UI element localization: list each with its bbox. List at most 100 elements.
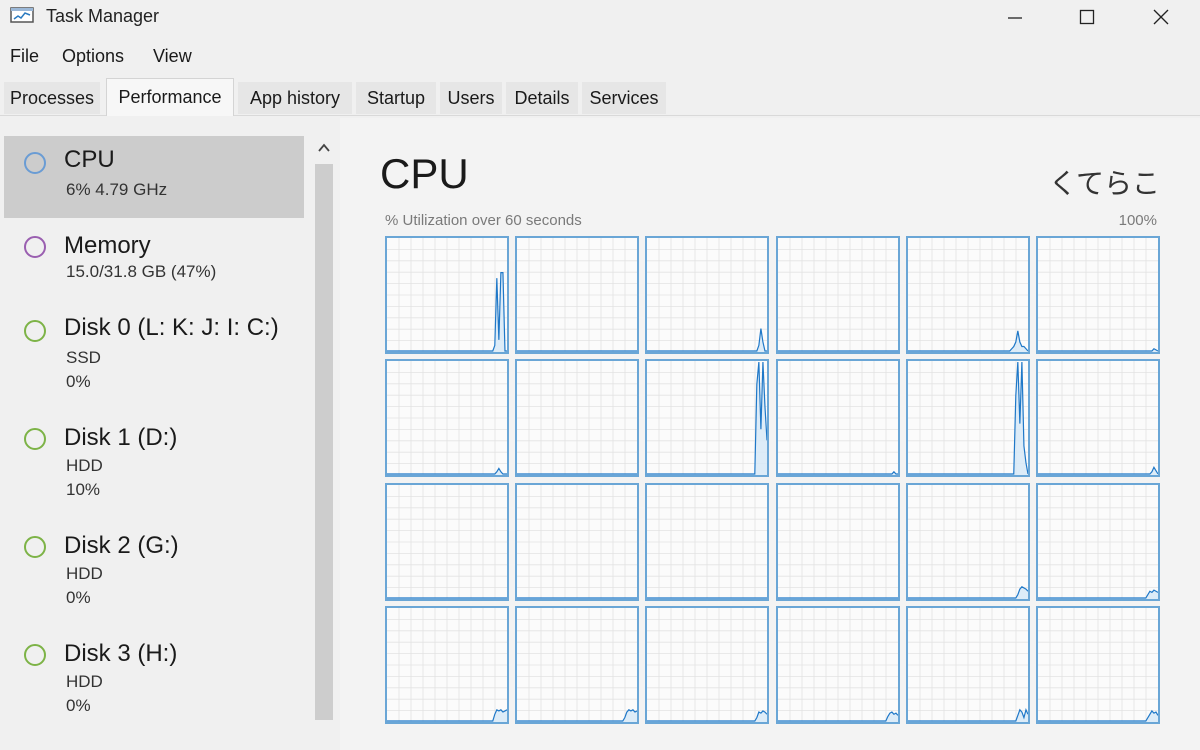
- cpu-core-graph-plot: [907, 484, 1028, 599]
- cpu-core-graph-plot: [517, 607, 638, 722]
- tab-services[interactable]: Services: [582, 82, 666, 114]
- tab-processes[interactable]: Processes: [4, 82, 100, 114]
- sidebar-item-type: HDD: [66, 456, 103, 475]
- chevron-up-icon: [318, 140, 330, 158]
- cpu-core-graph: [775, 236, 900, 354]
- sidebar-item-title: Disk 1 (D:): [64, 424, 178, 451]
- maximize-icon: [1079, 9, 1095, 25]
- task-manager-icon: [10, 7, 34, 25]
- cpu-core-graph: [905, 605, 1030, 724]
- cpu-core-graph: [645, 236, 770, 354]
- performance-panel: CPU くてらこ % Utilization over 60 seconds 1…: [340, 118, 1200, 750]
- cpu-core-graph: [905, 482, 1030, 601]
- cpu-core-graph-plot: [1038, 607, 1158, 722]
- cpu-core-graph: [645, 605, 770, 724]
- cpu-core-graph-plot: [777, 361, 898, 476]
- sidebar-item-usage: 0%: [66, 372, 91, 391]
- scroll-up-button[interactable]: [313, 138, 335, 160]
- cpu-core-graph-plot: [647, 607, 768, 722]
- logical-processor-graphs: [385, 236, 1160, 724]
- scrollbar-thumb[interactable]: [315, 164, 333, 720]
- tab-users[interactable]: Users: [440, 82, 502, 114]
- sidebar-item-disk-0[interactable]: Disk 0 (L: K: J: I: C:) SSD 0%: [4, 308, 304, 408]
- resource-sidebar: CPU 6% 4.79 GHz Memory 15.0/31.8 GB (47%…: [0, 128, 340, 750]
- cpu-core-graph-plot: [647, 361, 768, 476]
- minimize-button[interactable]: [978, 0, 1052, 34]
- tab-details[interactable]: Details: [506, 82, 578, 114]
- sidebar-item-cpu[interactable]: CPU 6% 4.79 GHz: [4, 136, 304, 218]
- sidebar-item-usage: 0%: [66, 588, 91, 607]
- menu-view[interactable]: View: [153, 46, 192, 67]
- cpu-core-graph: [1036, 236, 1160, 354]
- cpu-core-graph: [385, 359, 509, 478]
- cpu-core-graph: [1036, 605, 1160, 724]
- cpu-core-graph: [1036, 482, 1160, 601]
- sidebar-item-title: Disk 3 (H:): [64, 640, 178, 667]
- close-icon: [1153, 9, 1169, 25]
- cpu-core-graph-plot: [777, 238, 898, 352]
- cpu-core-graph: [645, 359, 770, 478]
- cpu-core-graph: [515, 605, 640, 724]
- title-bar: Task Manager: [0, 0, 1200, 34]
- sidebar-item-usage: 0%: [66, 696, 91, 715]
- cpu-core-graph: [775, 359, 900, 478]
- cpu-core-graph-plot: [907, 361, 1028, 476]
- cpu-core-graph-plot: [387, 484, 507, 599]
- cpu-core-graph: [645, 482, 770, 601]
- window-title: Task Manager: [46, 6, 160, 26]
- sidebar-item-memory[interactable]: Memory 15.0/31.8 GB (47%): [4, 226, 304, 296]
- close-button[interactable]: [1124, 0, 1198, 34]
- sidebar-item-title: Disk 2 (G:): [64, 532, 179, 559]
- cpu-core-graph-plot: [647, 238, 768, 352]
- sidebar-scrollbar[interactable]: [313, 136, 335, 750]
- cpu-core-graph-plot: [387, 361, 507, 476]
- tab-performance[interactable]: Performance: [106, 78, 234, 116]
- sidebar-item-title: Memory: [64, 232, 151, 259]
- tab-bar: Processes Performance App history Startu…: [0, 78, 1200, 116]
- cpu-core-graph-plot: [517, 484, 638, 599]
- cpu-model-label: くてらこ: [1048, 168, 1160, 199]
- sidebar-item-usage: 10%: [66, 480, 101, 499]
- cpu-core-graph-plot: [517, 238, 638, 352]
- menu-options[interactable]: Options: [62, 46, 124, 67]
- tab-startup[interactable]: Startup: [356, 82, 436, 114]
- page-title: CPU: [380, 150, 469, 197]
- cpu-core-graph: [515, 359, 640, 478]
- cpu-core-graph-plot: [1038, 361, 1158, 476]
- sidebar-item-disk-1[interactable]: Disk 1 (D:) HDD 10%: [4, 418, 304, 518]
- cpu-core-graph-plot: [1038, 238, 1158, 352]
- sidebar-item-title: CPU: [64, 146, 115, 173]
- cpu-core-graph-plot: [1038, 484, 1158, 599]
- cpu-core-graph: [385, 605, 509, 724]
- utilization-max-label: 100%: [1118, 212, 1157, 229]
- cpu-core-graph: [905, 359, 1030, 478]
- sidebar-item-title: Disk 0 (L: K: J: I: C:): [64, 314, 279, 341]
- cpu-core-graph-plot: [517, 361, 638, 476]
- sidebar-item-type: HDD: [66, 564, 103, 583]
- maximize-button[interactable]: [1050, 0, 1124, 34]
- disk-status-circle-icon: [24, 644, 46, 666]
- utilization-label: % Utilization over 60 seconds: [385, 212, 582, 229]
- memory-status-circle-icon: [24, 236, 46, 258]
- cpu-core-graph-plot: [647, 484, 768, 599]
- disk-status-circle-icon: [24, 536, 46, 558]
- cpu-core-graph: [905, 236, 1030, 354]
- cpu-status-circle-icon: [24, 152, 46, 174]
- cpu-core-graph: [515, 236, 640, 354]
- cpu-core-graph: [775, 482, 900, 601]
- cpu-core-graph: [1036, 359, 1160, 478]
- cpu-core-graph: [385, 482, 509, 601]
- cpu-core-graph-plot: [387, 607, 507, 722]
- disk-status-circle-icon: [24, 428, 46, 450]
- minimize-icon: [1007, 9, 1023, 25]
- sidebar-item-detail: 15.0/31.8 GB (47%): [66, 262, 217, 281]
- sidebar-item-type: SSD: [66, 348, 101, 367]
- sidebar-item-disk-3[interactable]: Disk 3 (H:) HDD 0%: [4, 634, 304, 734]
- menu-file[interactable]: File: [10, 46, 39, 67]
- sidebar-item-disk-2[interactable]: Disk 2 (G:) HDD 0%: [4, 526, 304, 626]
- tab-app-history[interactable]: App history: [238, 82, 352, 114]
- cpu-core-graph-plot: [907, 238, 1028, 352]
- sidebar-item-detail: 6% 4.79 GHz: [66, 180, 168, 199]
- cpu-core-graph-plot: [387, 238, 507, 352]
- cpu-core-graph: [385, 236, 509, 354]
